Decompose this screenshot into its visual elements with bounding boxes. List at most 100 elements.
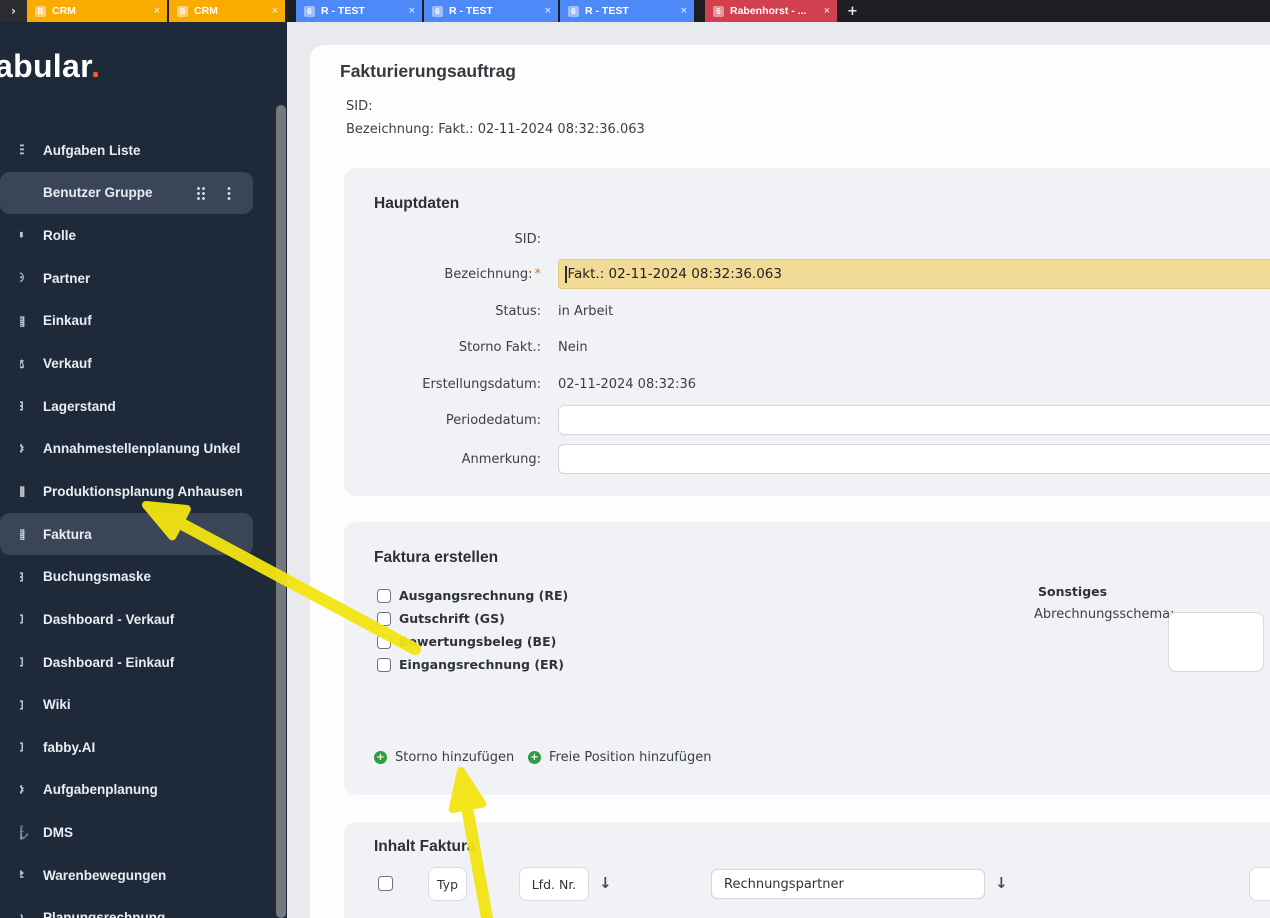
anmerkung-input[interactable] xyxy=(558,444,1270,474)
sidebar-item-annahmestellenplanung[interactable]: ⚙Annahmestellenplanung Unkel xyxy=(0,427,287,470)
browser-tab-rtest-2[interactable]: 6 R - TEST × xyxy=(424,0,558,22)
checkbox-row-ausgangsrechnung: Ausgangsrechnung (RE) xyxy=(377,588,568,603)
new-tab-button[interactable]: + xyxy=(839,0,866,22)
abrechnungsschema-input[interactable] xyxy=(1168,612,1264,672)
close-icon[interactable]: × xyxy=(154,5,160,17)
sidebar-item-buchungsmaske[interactable]: ⊞ Buchungsmaske xyxy=(0,555,287,598)
hauptdaten-card: Hauptdaten SID: Bezeichnung:* Fakt.: 02-… xyxy=(344,168,1270,496)
sort-descending-icon[interactable]: ↓ xyxy=(995,874,1008,892)
erstellungsdatum-value: 02-11-2024 08:32:36 xyxy=(558,377,696,392)
anmerkung-label: Anmerkung: xyxy=(344,452,541,467)
sidebar-item-label: Annahmestellenplanung Unkel xyxy=(43,441,240,456)
sidebar-item-verkauf[interactable]: ⚖Verkauf xyxy=(0,342,287,385)
browser-tab-rtest-3[interactable]: 6 R - TEST × xyxy=(560,0,694,22)
tab-title: R - TEST xyxy=(449,5,539,17)
browser-tab-rtest-1[interactable]: 6 R - TEST × xyxy=(296,0,422,22)
header-sid-line: SID: xyxy=(346,99,372,114)
card-title: Faktura erstellen xyxy=(374,549,498,567)
sidebar-item-fabby-ai[interactable]: ⊡fabby.AI xyxy=(0,726,287,769)
faktura-erstellen-card: Faktura erstellen Ausgangsrechnung (RE) … xyxy=(344,522,1270,795)
drag-handle-icon[interactable] xyxy=(196,186,206,200)
list-icon: ☰ xyxy=(20,142,30,158)
checkbox-label: Eingangsrechnung (ER) xyxy=(399,657,564,672)
partial-column-button[interactable] xyxy=(1249,867,1270,901)
sort-descending-icon[interactable]: ↓ xyxy=(599,874,612,892)
close-icon[interactable]: × xyxy=(681,5,687,17)
production-icon: ▦ xyxy=(20,483,30,499)
partner-icon: ⚇ xyxy=(20,270,30,286)
close-icon[interactable]: × xyxy=(409,5,415,17)
plus-icon: + xyxy=(374,751,387,764)
close-icon[interactable]: × xyxy=(545,5,551,17)
card-title: Inhalt Faktura xyxy=(374,838,476,856)
gutschrift-checkbox[interactable] xyxy=(377,612,391,626)
sidebar-item-label: Lagerstand xyxy=(43,399,116,414)
storno-fakt-label: Storno Fakt.: xyxy=(344,340,541,355)
app-window: › B CRM × B CRM × 6 R - TEST × 6 R - TES… xyxy=(0,0,1270,918)
required-asterisk: * xyxy=(535,267,542,282)
purchase-icon: ▤ xyxy=(20,313,30,329)
ausgangsrechnung-checkbox[interactable] xyxy=(377,589,391,603)
eingangsrechnung-checkbox[interactable] xyxy=(377,658,391,672)
sidebar-item-label: Planungsrechnung xyxy=(43,910,165,918)
sidebar-item-produktionsplanung[interactable]: ▦Produktionsplanung Anhausen xyxy=(0,470,287,513)
sidebar-item-wiki[interactable]: ⊡Wiki xyxy=(0,683,287,726)
sidebar-item-dms[interactable]: ⚓DMS xyxy=(0,811,287,854)
calculation-icon: ↻ xyxy=(20,910,30,918)
checkbox-row-gutschrift: Gutschrift (GS) xyxy=(377,611,505,626)
sidebar-item-warenbewegungen[interactable]: ⇄Warenbewegungen xyxy=(0,854,287,897)
checkbox-row-eingangsrechnung: Eingangsrechnung (ER) xyxy=(377,657,564,672)
storno-fakt-value: Nein xyxy=(558,340,588,355)
kebab-menu-icon[interactable] xyxy=(227,186,231,200)
logo-dot: . xyxy=(91,48,100,84)
lfd-nr-column-button[interactable]: Lfd. Nr. xyxy=(519,867,589,901)
link-label: Freie Position hinzufügen xyxy=(549,750,712,765)
add-freie-position-link[interactable]: + Freie Position hinzufügen xyxy=(528,750,712,765)
stock-icon: ⊟ xyxy=(20,398,30,414)
select-all-checkbox[interactable] xyxy=(378,876,393,891)
sidebar-item-aufgaben-liste[interactable]: ☰Aufgaben Liste xyxy=(0,129,287,172)
task-planning-icon: ⚙ xyxy=(20,782,30,798)
close-icon[interactable]: × xyxy=(824,5,830,17)
inhalt-faktura-card: Inhalt Faktura Typ Lfd. Nr. ↓ Rechnungsp… xyxy=(344,822,1270,918)
sidebar-item-faktura[interactable]: ▤Faktura xyxy=(0,513,253,556)
browser-tab-rabenhorst[interactable]: 6 Rabenhorst - ... × xyxy=(705,0,837,22)
rechnungspartner-filter-input[interactable]: Rechnungspartner xyxy=(711,869,985,899)
sidebar-scrollbar[interactable] xyxy=(276,105,286,918)
sidebar-item-einkauf[interactable]: ▤Einkauf xyxy=(0,300,287,343)
favicon-6: 6 xyxy=(568,6,579,17)
sidebar-item-lagerstand[interactable]: ⊟ Lagerstand xyxy=(0,385,287,428)
dms-icon: ⚓ xyxy=(20,825,30,841)
sidebar-item-dashboard-einkauf[interactable]: ⊡Dashboard - Einkauf xyxy=(0,641,287,684)
sidebar-item-benutzer-gruppe[interactable]: ⌂Benutzer Gruppe xyxy=(0,172,253,215)
sidebar-item-dashboard-verkauf[interactable]: ⊡Dashboard - Verkauf xyxy=(0,598,287,641)
browser-tab-crm-1[interactable]: B CRM × xyxy=(27,0,167,22)
sidebar-item-label: Dashboard - Einkauf xyxy=(43,655,174,670)
periodedatum-input[interactable] xyxy=(558,405,1270,435)
favicon-6: 6 xyxy=(713,6,724,17)
sidebar-item-label: Dashboard - Verkauf xyxy=(43,612,174,627)
add-storno-link[interactable]: + Storno hinzufügen xyxy=(374,750,514,765)
bezeichnung-input[interactable]: Fakt.: 02-11-2024 08:32:36.063 xyxy=(558,259,1270,289)
tab-title: CRM xyxy=(194,5,266,17)
status-value: in Arbeit xyxy=(558,304,613,319)
browser-tab-crm-2[interactable]: B CRM × xyxy=(169,0,285,22)
close-icon[interactable]: × xyxy=(272,5,278,17)
sidebar: abular. ☰Aufgaben Liste ⌂Benutzer Gruppe… xyxy=(0,22,287,918)
plus-icon: + xyxy=(528,751,541,764)
tab-scroll-chevron-icon[interactable]: › xyxy=(0,0,27,22)
booking-icon: ⊞ xyxy=(20,569,30,585)
link-label: Storno hinzufügen xyxy=(395,750,514,765)
typ-column-button[interactable]: Typ xyxy=(428,867,467,901)
sidebar-item-partner[interactable]: ⚇Partner xyxy=(0,257,287,300)
sidebar-item-label: Aufgabenplanung xyxy=(43,782,158,797)
status-label: Status: xyxy=(344,304,541,319)
sidebar-item-planungsrechnung[interactable]: ↻ Planungsrechnung xyxy=(0,897,287,918)
checkbox-label: Bewertungsbeleg (BE) xyxy=(399,634,556,649)
periodedatum-label: Periodedatum: xyxy=(344,413,541,428)
sidebar-item-label: Buchungsmaske xyxy=(43,569,151,584)
sidebar-item-rolle[interactable]: ⚑Rolle xyxy=(0,214,287,257)
sidebar-menu: ☰Aufgaben Liste ⌂Benutzer Gruppe ⚑Rolle … xyxy=(0,129,287,918)
bewertungsbeleg-checkbox[interactable] xyxy=(377,635,391,649)
sidebar-item-aufgabenplanung[interactable]: ⚙ Aufgabenplanung xyxy=(0,769,287,812)
